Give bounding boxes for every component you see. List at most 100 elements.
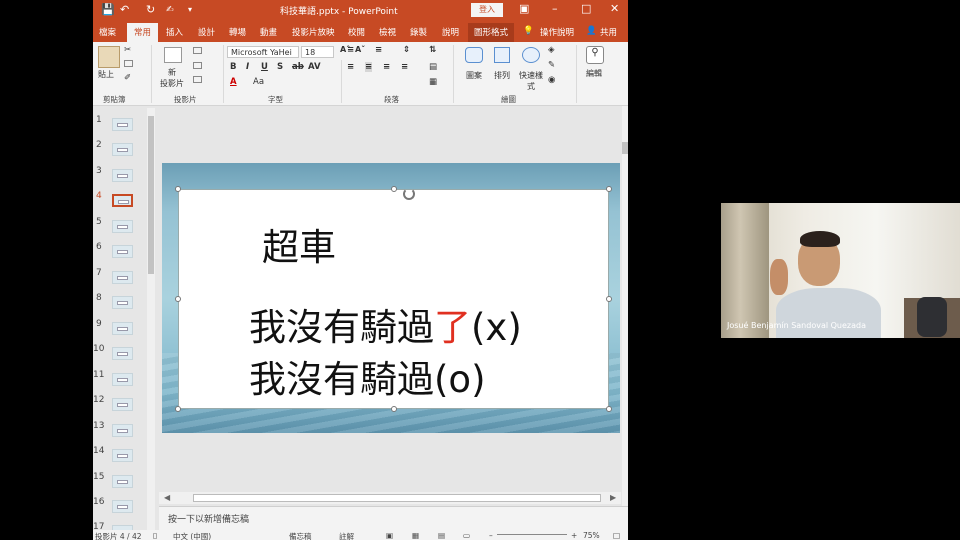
zoom-in-icon[interactable]: + bbox=[571, 531, 577, 540]
layout-icon[interactable] bbox=[193, 47, 202, 54]
resize-handle[interactable] bbox=[175, 406, 181, 412]
format-painter-icon[interactable]: ✐ bbox=[124, 73, 131, 83]
resize-handle[interactable] bbox=[391, 406, 397, 412]
share-icon[interactable]: 👤 bbox=[586, 26, 597, 36]
slide-thumbnail-1[interactable] bbox=[112, 118, 133, 131]
zoom-out-icon[interactable]: – bbox=[489, 531, 493, 540]
customize-qat-icon[interactable]: ▾ bbox=[188, 3, 192, 17]
notes-toggle[interactable]: 備忘稿 bbox=[289, 531, 312, 540]
rotate-handle-icon[interactable] bbox=[403, 188, 415, 200]
slideshow-view-icon[interactable]: ▭ bbox=[463, 531, 470, 540]
reset-icon[interactable] bbox=[193, 62, 202, 69]
tab-view[interactable]: 檢視 bbox=[379, 26, 396, 38]
tab-review[interactable]: 校閱 bbox=[348, 26, 365, 38]
paste-label[interactable]: 貼上 bbox=[98, 69, 114, 80]
accessibility-icon[interactable]: ▯ bbox=[153, 531, 157, 540]
slide-heading[interactable]: 超車 bbox=[262, 217, 336, 271]
shape-outline-icon[interactable]: ✎ bbox=[548, 60, 555, 70]
touch-mode-icon[interactable]: ✍ bbox=[166, 3, 174, 17]
slide-thumbnail-3[interactable] bbox=[112, 169, 133, 182]
save-icon[interactable]: 💾 bbox=[101, 3, 115, 17]
slide-canvas[interactable]: 超車 我沒有騎過了(x) 我沒有騎過(o) bbox=[162, 163, 620, 433]
tab-record[interactable]: 錄製 bbox=[410, 26, 427, 38]
thumbnail-scrollbar[interactable] bbox=[147, 108, 155, 538]
slide-thumbnail-8[interactable] bbox=[112, 296, 133, 309]
new-slide-icon[interactable] bbox=[164, 47, 182, 63]
notes-pane[interactable]: 按一下以新增備忘稿 bbox=[159, 506, 628, 530]
zoom-level[interactable]: 75% bbox=[583, 531, 600, 540]
selected-text-box[interactable]: 超車 我沒有騎過了(x) 我沒有騎過(o) bbox=[175, 186, 612, 412]
underline-button[interactable]: U bbox=[261, 62, 268, 72]
tab-slideshow[interactable]: 投影片放映 bbox=[292, 26, 335, 38]
find-icon[interactable]: ⚲ bbox=[586, 46, 604, 64]
resize-handle[interactable] bbox=[606, 406, 612, 412]
paste-icon[interactable] bbox=[98, 46, 120, 68]
bold-button[interactable]: B bbox=[230, 62, 236, 72]
shapes-label[interactable]: 圖案 bbox=[466, 70, 482, 81]
shrink-font-icon[interactable]: Aˇ bbox=[355, 45, 365, 54]
slide-thumbnail-11[interactable] bbox=[112, 373, 133, 386]
font-family-select[interactable]: Microsoft YaHei bbox=[227, 46, 299, 58]
redo-icon[interactable]: ↻ bbox=[146, 3, 155, 17]
zoom-slider[interactable] bbox=[497, 534, 567, 535]
slide-thumbnail-5[interactable] bbox=[112, 220, 133, 233]
change-case-button[interactable]: Aa bbox=[253, 77, 264, 87]
scrollbar-thumb[interactable] bbox=[148, 116, 154, 274]
tab-design[interactable]: 設計 bbox=[198, 26, 215, 38]
quick-styles-label-2[interactable]: 式 bbox=[527, 81, 535, 92]
scroll-right-icon[interactable]: ▶ bbox=[610, 493, 616, 502]
bullets-icon[interactable]: ≡ bbox=[347, 45, 354, 55]
undo-icon[interactable]: ↶ bbox=[120, 3, 129, 17]
slide-thumbnail-2[interactable] bbox=[112, 143, 133, 156]
text-direction-icon[interactable]: ⇅ bbox=[429, 45, 436, 55]
language-indicator[interactable]: 中文 (中國) bbox=[173, 531, 211, 540]
scroll-left-icon[interactable]: ◀ bbox=[164, 493, 170, 502]
align-text-icon[interactable]: ▤ bbox=[429, 62, 437, 72]
section-icon[interactable] bbox=[193, 76, 202, 83]
tab-animations[interactable]: 動畫 bbox=[260, 26, 277, 38]
shadow-button[interactable]: S bbox=[277, 62, 283, 72]
tab-home[interactable]: 常用 bbox=[127, 23, 159, 43]
numbering-icon[interactable]: ≡ bbox=[375, 45, 382, 55]
editing-label[interactable]: 編輯 bbox=[586, 68, 602, 79]
scrollbar-thumb[interactable] bbox=[193, 494, 601, 502]
slide-sorter-icon[interactable]: ▦ bbox=[412, 531, 419, 540]
fit-slide-icon[interactable]: □ bbox=[613, 531, 620, 540]
align-right-icon[interactable]: ≡ bbox=[383, 62, 390, 72]
minimize-icon[interactable]: – bbox=[552, 2, 558, 15]
shape-effects-icon[interactable]: ◉ bbox=[548, 75, 555, 85]
resize-handle[interactable] bbox=[175, 186, 181, 192]
ribbon-display-icon[interactable]: ▣ bbox=[519, 2, 529, 15]
shape-fill-icon[interactable]: ◈ bbox=[548, 45, 555, 55]
smartart-icon[interactable]: ▦ bbox=[429, 77, 437, 87]
resize-handle[interactable] bbox=[175, 296, 181, 302]
tab-shape-format[interactable]: 圖形格式 bbox=[468, 23, 515, 43]
justify-icon[interactable]: ≡ bbox=[401, 62, 408, 72]
comments-toggle[interactable]: 註解 bbox=[339, 531, 354, 540]
slide-thumbnail-10[interactable] bbox=[112, 347, 133, 360]
share-label[interactable]: 共用 bbox=[600, 26, 617, 38]
italic-button[interactable]: I bbox=[246, 62, 249, 72]
slide-thumbnail-15[interactable] bbox=[112, 475, 133, 488]
slide-thumbnail-12[interactable] bbox=[112, 398, 133, 411]
slide-thumbnail-4[interactable] bbox=[112, 194, 133, 207]
normal-view-icon[interactable]: ▣ bbox=[386, 531, 393, 540]
new-slide-label-2[interactable]: 投影片 bbox=[160, 78, 184, 89]
tab-transitions[interactable]: 轉場 bbox=[229, 26, 246, 38]
resize-handle[interactable] bbox=[391, 186, 397, 192]
slide-thumbnail-9[interactable] bbox=[112, 322, 133, 335]
scrollbar-thumb[interactable] bbox=[622, 142, 628, 154]
tell-me-label[interactable]: 操作說明 bbox=[540, 26, 574, 38]
tab-insert[interactable]: 插入 bbox=[166, 26, 183, 38]
slide-thumbnail-14[interactable] bbox=[112, 449, 133, 462]
slide-thumbnail-13[interactable] bbox=[112, 424, 133, 437]
maximize-icon[interactable]: □ bbox=[581, 2, 591, 15]
shapes-icon[interactable] bbox=[465, 47, 483, 63]
horizontal-scrollbar[interactable]: ◀ ▶ bbox=[159, 492, 621, 504]
vertical-scrollbar[interactable] bbox=[622, 106, 628, 506]
slide-thumbnail-7[interactable] bbox=[112, 271, 133, 284]
copy-icon[interactable] bbox=[124, 60, 133, 67]
strikethrough-button[interactable]: ab bbox=[292, 62, 304, 72]
slide-line-correct[interactable]: 我沒有騎過(o) bbox=[249, 349, 486, 403]
char-spacing-button[interactable]: AV bbox=[308, 62, 321, 72]
